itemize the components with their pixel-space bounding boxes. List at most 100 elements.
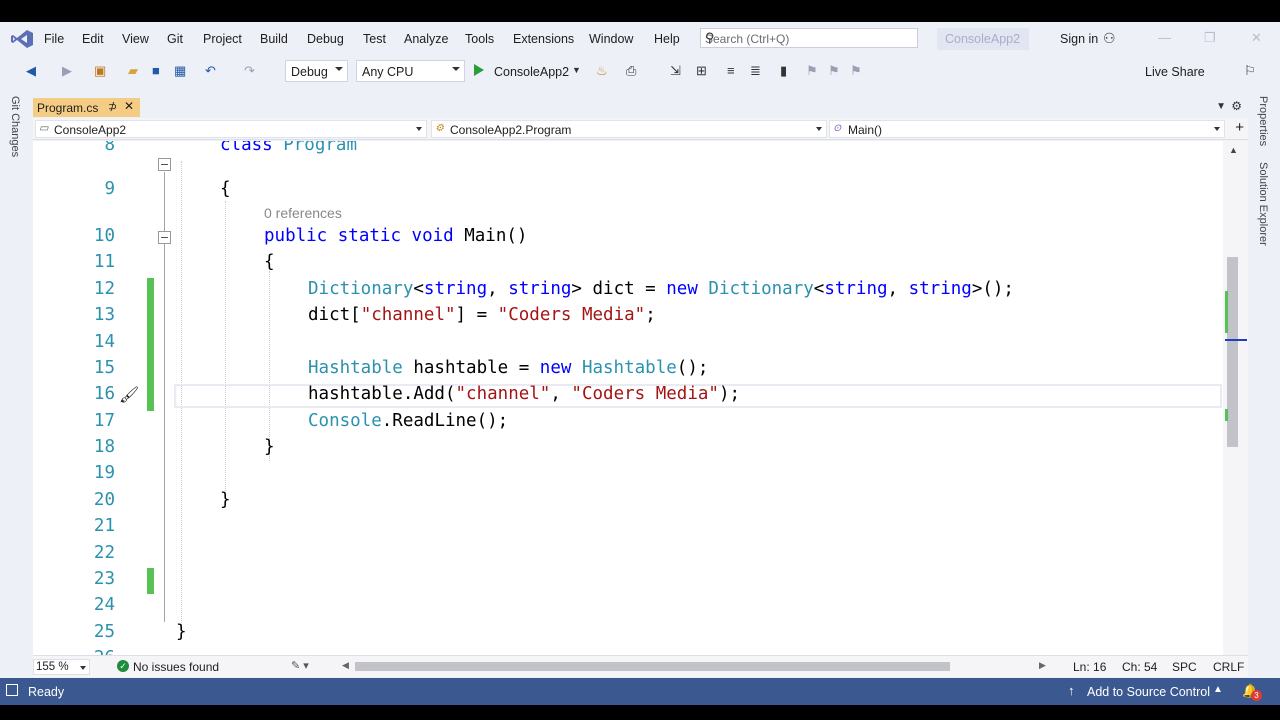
live-share-button[interactable]: Live Share (1145, 65, 1205, 79)
back-icon[interactable]: ◀ (26, 63, 36, 79)
zoom-select[interactable]: 155 % (33, 659, 90, 675)
collapse-class-icon[interactable] (158, 158, 171, 171)
line-number: 13 (93, 305, 115, 325)
standard-toolbar: ◀ ▶ ▣ ▰ ■ ▦ ↶ ↷ Debug Any CPU ConsoleApp… (0, 56, 1280, 86)
column-indicator[interactable]: Ch: 54 (1122, 660, 1157, 674)
menu-git[interactable]: Git (167, 32, 183, 46)
sign-in-link[interactable]: Sign in (1060, 32, 1098, 46)
scroll-right-icon[interactable]: ▶ (1039, 660, 1046, 671)
menu-help[interactable]: Help (654, 32, 680, 46)
browse-icon[interactable]: ⎙ (626, 63, 636, 79)
menu-window[interactable]: Window (589, 32, 633, 46)
code-cleanup-icon[interactable]: ✎ ▾ (291, 659, 309, 672)
menu-bar: File Edit View Git Project Build Debug T… (0, 22, 1280, 56)
visual-studio-logo-icon[interactable] (10, 29, 34, 49)
chevron-up-icon[interactable]: ▲ (1213, 684, 1223, 695)
run-target-dropdown-icon[interactable]: ▼ (572, 65, 581, 75)
codelens-references[interactable]: 0 references (264, 205, 342, 221)
save-icon[interactable]: ■ (152, 63, 160, 78)
menu-extensions[interactable]: Extensions (513, 32, 574, 46)
indent-guide (225, 201, 226, 491)
add-to-source-control-button[interactable]: Add to Source Control (1087, 685, 1210, 699)
menu-file[interactable]: File (44, 32, 64, 46)
minimize-icon[interactable]: — (1158, 30, 1171, 45)
redo-icon[interactable]: ↷ (244, 63, 255, 79)
horizontal-scrollbar[interactable]: ◀ ▶ (342, 660, 1046, 671)
chevron-down-icon (416, 127, 422, 131)
member-select[interactable]: ⊙ Main() (829, 120, 1225, 138)
navigation-bar: ▭ ConsoleApp2 ⚙ ConsoleApp2.Program ⊙ Ma… (33, 118, 1248, 140)
tab-list-dropdown-icon[interactable]: ▼ (1216, 101, 1226, 112)
menu-debug[interactable]: Debug (307, 32, 344, 46)
menu-analyze[interactable]: Analyze (404, 32, 448, 46)
start-debugging-button[interactable]: ConsoleApp2 (494, 65, 569, 79)
chevron-down-icon (452, 67, 460, 71)
bookmark-icon[interactable]: ▮ (780, 63, 787, 79)
platform-select[interactable]: Any CPU (356, 60, 465, 82)
close-window-icon[interactable]: ✕ (1251, 30, 1262, 46)
open-folder-icon[interactable]: ▰ (128, 63, 138, 79)
forward-icon[interactable]: ▶ (62, 63, 72, 79)
menu-edit[interactable]: Edit (82, 32, 104, 46)
whitespace-indicator[interactable]: SPC (1172, 660, 1197, 674)
menu-tools[interactable]: Tools (465, 32, 494, 46)
code-line-18: } (264, 437, 275, 457)
git-changes-tab[interactable]: Git Changes (9, 96, 21, 157)
hot-reload-icon[interactable]: ♨ (596, 63, 608, 79)
line-number: 10 (93, 226, 115, 246)
gear-icon[interactable]: ⚙ (1231, 99, 1242, 113)
solution-explorer-tab[interactable]: Solution Explorer (1257, 162, 1269, 246)
configuration-select[interactable]: Debug (285, 60, 348, 82)
line-number: 26 (33, 648, 115, 655)
navigate-icon[interactable]: ⊞ (696, 63, 707, 79)
code-line-12: Dictionary<string, string> dict = new Di… (308, 279, 1014, 299)
scroll-up-icon[interactable]: ▲ (1229, 145, 1238, 155)
start-debugging-icon[interactable] (474, 64, 484, 76)
code-editor[interactable]: 8 9 10 11 12 13 14 15 16 17 18 19 20 21 … (33, 141, 1223, 655)
menu-build[interactable]: Build (260, 32, 288, 46)
quick-actions-brush-icon[interactable]: 🖌 (119, 385, 139, 405)
scroll-left-icon[interactable]: ◀ (342, 660, 349, 671)
scroll-thumb[interactable] (355, 662, 950, 671)
vertical-scrollbar[interactable]: ▲ ▼ (1223, 141, 1248, 674)
step-icon[interactable]: ⇲ (670, 63, 681, 79)
issues-status[interactable]: No issues found (133, 660, 219, 674)
code-line-9: { (220, 179, 231, 199)
feedback-icon[interactable]: ⚐ (1244, 63, 1256, 79)
check-icon: ✓ (117, 660, 129, 672)
new-project-icon[interactable]: ▣ (94, 63, 106, 79)
close-tab-icon[interactable]: ✕ (124, 99, 134, 113)
search-input[interactable]: Search (Ctrl+Q) ⚲ (700, 28, 918, 48)
add-user-icon[interactable]: ⚇ (1103, 30, 1116, 47)
class-select[interactable]: ⚙ ConsoleApp2.Program (431, 120, 827, 138)
line-ending-indicator[interactable]: CRLF (1213, 660, 1244, 674)
code-line-25: } (176, 622, 187, 642)
chevron-down-icon (80, 666, 86, 670)
collapse-method-icon[interactable] (158, 231, 171, 244)
save-all-icon[interactable]: ▦ (174, 63, 186, 79)
uncomment-icon[interactable]: ≣ (750, 63, 761, 79)
clear-bookmarks-icon[interactable]: ⚑ (850, 63, 862, 79)
line-number: 20 (93, 490, 115, 510)
next-bookmark-icon[interactable]: ⚑ (828, 63, 840, 79)
code-line-13: dict["channel"] = "Coders Media"; (308, 305, 656, 325)
caret-marker (1225, 339, 1247, 341)
menu-test[interactable]: Test (363, 32, 386, 46)
menu-project[interactable]: Project (203, 32, 242, 46)
undo-icon[interactable]: ↶ (205, 63, 216, 79)
project-select[interactable]: ▭ ConsoleApp2 (35, 120, 427, 138)
line-number: 21 (93, 516, 115, 536)
comment-icon[interactable]: ≡ (727, 63, 735, 78)
status-text: Ready (28, 685, 65, 699)
line-indicator[interactable]: Ln: 16 (1073, 660, 1106, 674)
prev-bookmark-icon[interactable]: ⚑ (806, 63, 818, 79)
maximize-icon[interactable]: ❐ (1204, 30, 1216, 46)
menu-view[interactable]: View (122, 32, 149, 46)
properties-tab[interactable]: Properties (1257, 96, 1269, 146)
split-editor-icon[interactable]: + (1235, 119, 1244, 136)
pin-icon[interactable]: ⊅ (108, 100, 117, 113)
scroll-thumb[interactable] (1227, 257, 1238, 447)
tab-program-cs[interactable]: Program.cs ⊅ ✕ (33, 98, 140, 117)
class-value: ConsoleApp2.Program (450, 123, 572, 137)
notification-count-badge: 3 (1251, 690, 1262, 701)
